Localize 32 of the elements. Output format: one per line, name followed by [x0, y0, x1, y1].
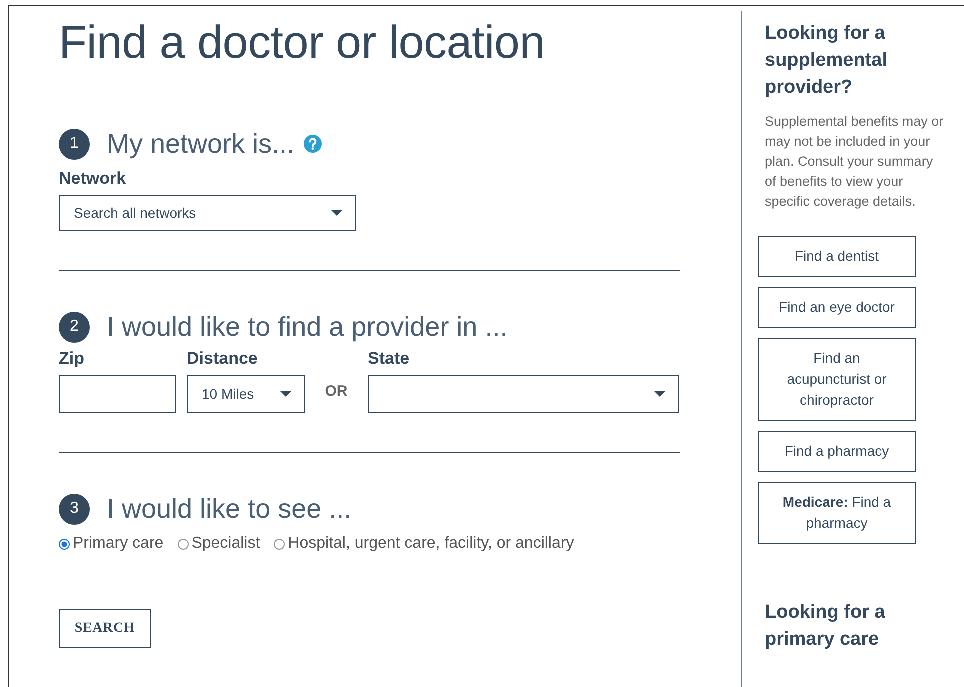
care-type-radio[interactable]: Hospital, urgent care, facility, or ancillary [274, 535, 574, 553]
caret-icon [280, 391, 292, 397]
zip-input[interactable] [59, 375, 176, 413]
help-icon[interactable] [304, 135, 322, 153]
field-label: Zip [59, 349, 86, 370]
sidebar-heading: Looking for a supplemental provider? [765, 22, 888, 100]
find-provider-button[interactable]: Find an eye doctor [758, 287, 916, 328]
find-provider-button[interactable]: Find a dentist [758, 236, 916, 277]
find-provider-button[interactable]: Medicare: Find a pharmacy [758, 482, 916, 544]
search-button[interactable]: SEARCH [59, 609, 151, 648]
caret-icon [331, 210, 343, 216]
step-heading: I would like to find a provider in ... [107, 312, 508, 342]
field-label: Distance [187, 349, 259, 370]
sidebar-heading: Looking for a primary care [765, 601, 886, 652]
step-heading: My network is... [107, 128, 295, 160]
page-title: Find a doctor or location [59, 15, 546, 70]
network-dropdown[interactable]: Search all networks [59, 195, 356, 231]
step-number: 3 [59, 494, 90, 524]
find-provider-button[interactable]: Find a pharmacy [758, 431, 916, 472]
care-type-radio[interactable]: Primary care [59, 535, 164, 553]
find-provider-button[interactable]: Find an acupuncturist or chiropractor [758, 338, 916, 421]
field-label: Network [59, 169, 128, 190]
step-heading: I would like to see ... [107, 494, 352, 524]
field-label: State [368, 349, 411, 370]
caret-icon [654, 391, 666, 397]
care-type-radio[interactable]: Specialist [178, 535, 260, 553]
or-label: OR [324, 382, 349, 402]
state-dropdown[interactable] [368, 375, 679, 413]
distance-dropdown[interactable]: 10 Miles [187, 375, 305, 413]
sidebar-text: Supplemental benefits may or may not be included in your plan. Consult your summary of benefits to view your specific coverage details. [765, 113, 945, 211]
step-number: 1 [59, 128, 90, 160]
step-number: 2 [59, 312, 90, 342]
